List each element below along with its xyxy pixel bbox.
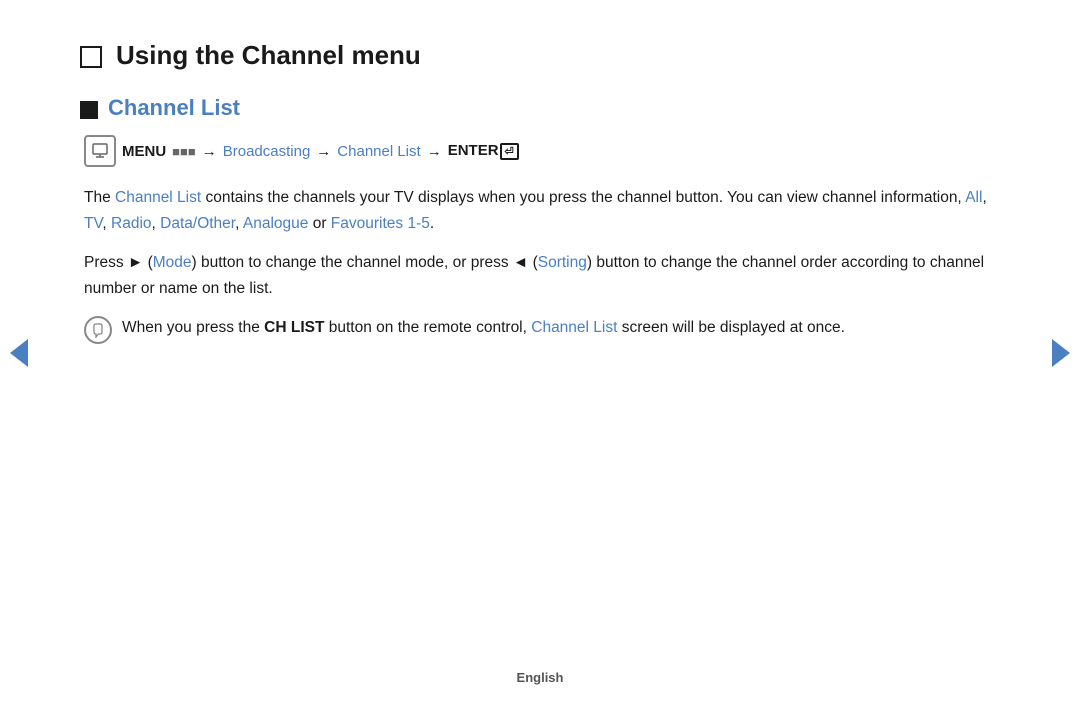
menu-hand-icon (84, 135, 116, 167)
section-title-row: Channel List (80, 95, 1000, 121)
menu-path-row: MENU ■■■ → Broadcasting → Channel List →… (80, 135, 1000, 167)
body-paragraph-1: The Channel List contains the channels y… (80, 185, 1000, 236)
black-square-icon (80, 101, 98, 119)
menu-label: MENU (122, 143, 166, 160)
broadcasting-link: Broadcasting (223, 143, 311, 160)
nav-arrow-left[interactable] (10, 339, 28, 367)
page-container: Using the Channel menu Channel List MENU… (0, 0, 1080, 705)
channel-list-blue: Channel List (531, 319, 617, 336)
enter-label: ENTER⏎ (448, 142, 519, 160)
note-text: When you press the CH LIST button on the… (122, 315, 845, 341)
checkbox-icon (80, 46, 102, 68)
channel-list-inline-1: Channel List (115, 189, 201, 206)
nav-arrow-right[interactable] (1052, 339, 1070, 367)
arrow2: → (316, 143, 331, 160)
arrow3: → (427, 143, 442, 160)
note-section: When you press the CH LIST button on the… (80, 315, 1000, 344)
main-title-text: Using the Channel menu (116, 40, 421, 71)
sorting-inline: Sorting (538, 254, 587, 271)
tv-inline: TV (84, 215, 102, 232)
note-icon (84, 316, 112, 344)
ch-list-bold: CH LIST (264, 319, 324, 336)
analogue-inline: Analogue (243, 215, 309, 232)
radio-inline: Radio (111, 215, 152, 232)
section-title-text: Channel List (108, 95, 240, 121)
all-inline: All (965, 189, 982, 206)
arrow1: → (202, 143, 217, 160)
favourites-inline: Favourites 1-5 (331, 215, 430, 232)
mode-inline: Mode (153, 254, 192, 271)
data-other-inline: Data/Other (160, 215, 235, 232)
channel-list-link: Channel List (337, 143, 420, 160)
main-title-row: Using the Channel menu (80, 40, 1000, 71)
footer-language: English (517, 670, 564, 685)
body-paragraph-2: Press ► (Mode) button to change the chan… (80, 250, 1000, 301)
